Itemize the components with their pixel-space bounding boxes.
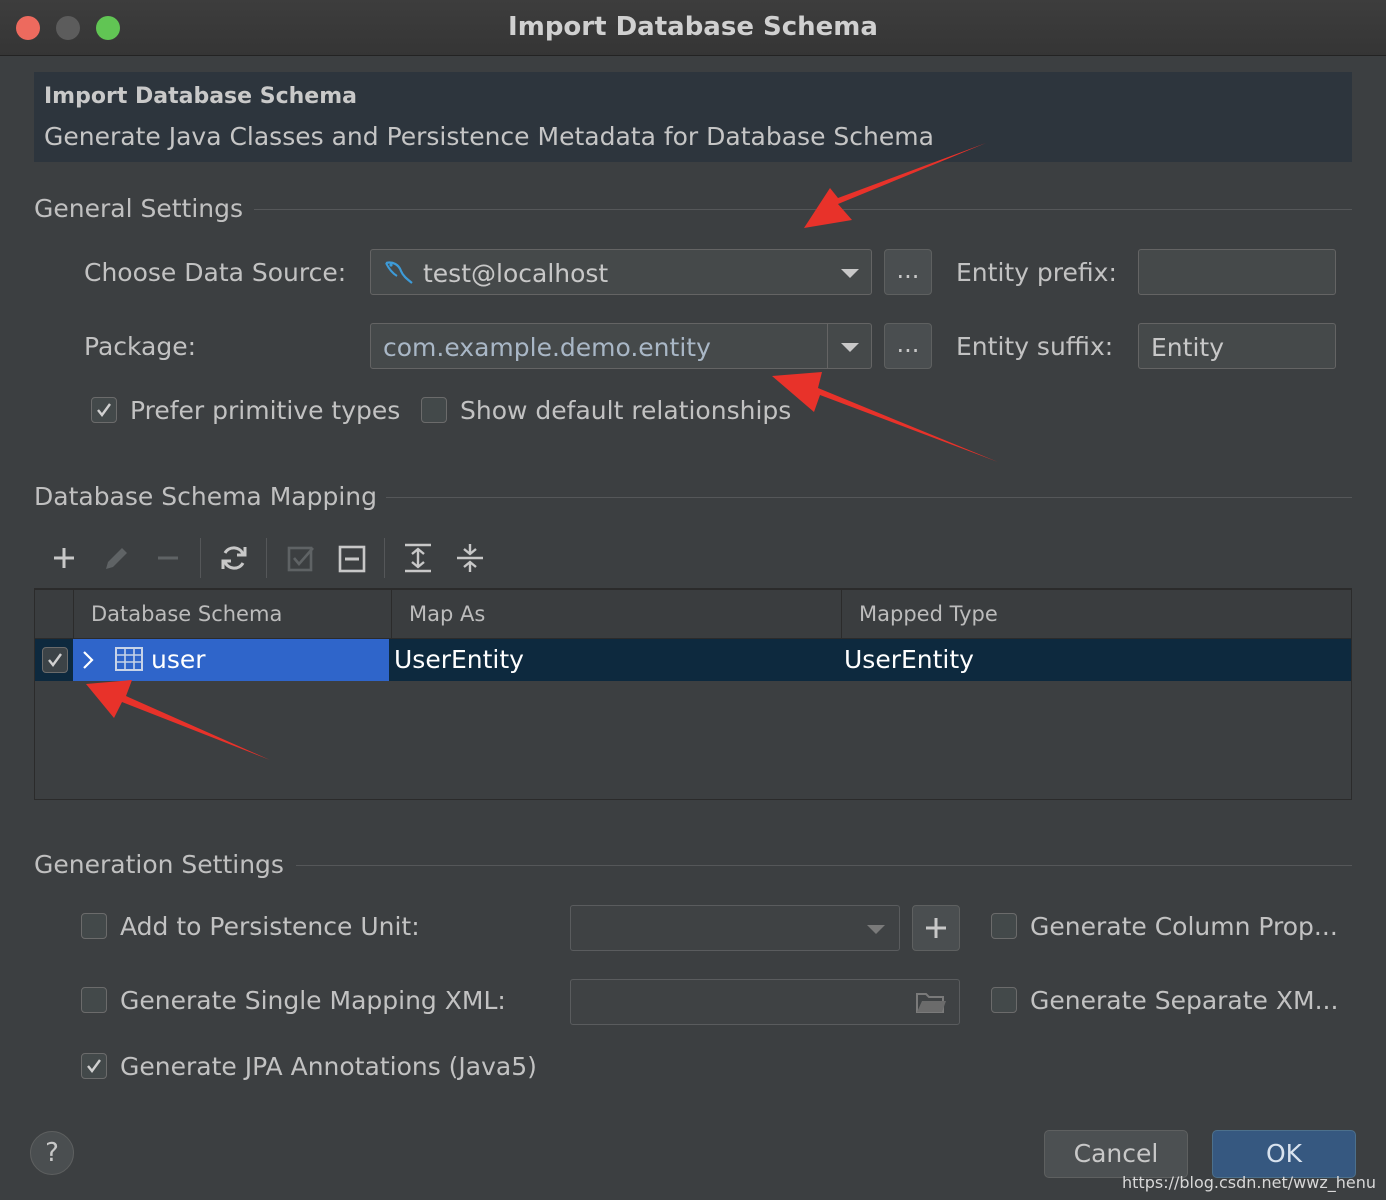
annotation-arrow-icon [86, 680, 270, 760]
annotation-arrow-icon [772, 372, 998, 462]
annotation-arrows [86, 143, 998, 760]
annotation-arrow-icon [804, 143, 986, 228]
